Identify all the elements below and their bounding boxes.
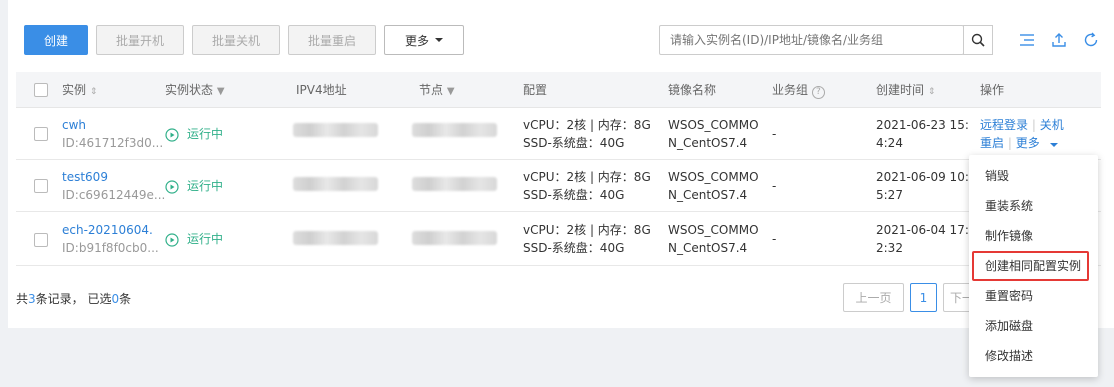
image-name-line1: WSOS_COMMO <box>668 170 759 184</box>
more-label: 更多 <box>404 33 429 48</box>
business-group: - <box>772 127 777 141</box>
business-group: - <box>772 232 777 246</box>
search-icon <box>971 33 985 47</box>
status-running: 运行中 <box>165 230 223 249</box>
config-cpu-memory: vCPU：2核 | 内存：8G <box>523 170 651 184</box>
image-name-line2: N_CentOS7.4 <box>668 241 748 255</box>
more-actions-link[interactable]: 更多 <box>1016 136 1058 150</box>
node-redacted <box>412 123 497 137</box>
instance-name-link[interactable]: cwh <box>62 116 86 135</box>
config-cpu-memory: vCPU：2核 | 内存：8G <box>523 223 651 237</box>
table-row: ech-20210604... ID:b91f8f0cb0... 运行中 vCP… <box>16 212 1101 266</box>
header-instance[interactable]: 实例 ⇕ <box>62 72 97 108</box>
menu-item-clone-config[interactable]: 创建相同配置实例 <box>972 251 1089 281</box>
page-1-button[interactable]: 1 <box>910 283 937 312</box>
status-running: 运行中 <box>165 125 223 144</box>
image-name-line1: WSOS_COMMO <box>668 223 759 237</box>
node-redacted <box>412 177 497 191</box>
create-button[interactable]: 创建 <box>24 25 88 55</box>
search-button[interactable] <box>963 25 993 55</box>
restart-link[interactable]: 重启 <box>980 136 1004 150</box>
instance-name-link[interactable]: ech-20210604... <box>62 221 154 240</box>
menu-item-edit-description[interactable]: 修改描述 <box>969 341 1098 371</box>
config-cpu-memory: vCPU：2核 | 内存：8G <box>523 118 651 132</box>
menu-item-reinstall[interactable]: 重装系统 <box>969 191 1098 221</box>
header-image: 镜像名称 <box>668 83 717 97</box>
row-checkbox[interactable] <box>34 179 48 193</box>
play-circle-icon <box>165 127 179 142</box>
image-name-line1: WSOS_COMMO <box>668 118 759 132</box>
prev-page-button[interactable]: 上一页 <box>843 283 904 312</box>
ipv4-redacted <box>293 231 378 245</box>
header-config: 配置 <box>523 83 548 97</box>
batch-stop-button[interactable]: 批量关机 <box>192 25 280 55</box>
select-all-checkbox[interactable] <box>34 83 48 97</box>
header-ipv4: IPV4地址 <box>296 83 347 97</box>
chevron-down-icon <box>435 38 443 42</box>
record-summary: 共3条记录， 已选0条 <box>16 292 132 306</box>
business-group: - <box>772 179 777 193</box>
config-disk: SSD-系统盘：40G <box>523 188 625 202</box>
batch-restart-button[interactable]: 批量重启 <box>288 25 376 55</box>
node-redacted <box>412 231 497 245</box>
ipv4-redacted <box>293 123 378 137</box>
created-time-line2: 2:32 <box>876 241 903 255</box>
filter-icon: ▼ <box>216 86 225 97</box>
table-row: test609 ID:c69612449e... 运行中 vCPU：2核 | 内… <box>16 160 1101 212</box>
instance-name-link[interactable]: test609 <box>62 168 108 187</box>
instance-id: ID:c69612449e... <box>62 188 166 202</box>
selected-count: 0 <box>111 292 120 306</box>
header-created-time[interactable]: 创建时间 ⇕ <box>876 72 935 108</box>
actions-line2: 重启 | 更多 <box>980 134 1058 153</box>
table-header: 实例 ⇕ 实例状态 ▼ IPV4地址 节点 ▼ 配置 镜像名称 业务组 ? 创建… <box>16 72 1101 108</box>
header-group: 业务组 ? <box>772 72 825 108</box>
status-running: 运行中 <box>165 177 223 196</box>
upload-icon[interactable] <box>1048 29 1070 51</box>
row-checkbox[interactable] <box>34 127 48 141</box>
menu-item-reset-password[interactable]: 重置密码 <box>969 281 1098 311</box>
shutdown-link[interactable]: 关机 <box>1040 118 1064 132</box>
config-disk: SSD-系统盘：40G <box>523 136 625 150</box>
header-node[interactable]: 节点 ▼ <box>419 72 455 108</box>
sort-icon: ⇕ <box>89 87 98 97</box>
menu-item-create-image[interactable]: 制作镜像 <box>969 221 1098 251</box>
created-time-line2: 4:24 <box>876 136 903 150</box>
table-row: cwh ID:461712f3d0... 运行中 vCPU：2核 | 内存：8G… <box>16 108 1101 160</box>
play-circle-icon <box>165 179 179 194</box>
menu-item-destroy[interactable]: 销毁 <box>969 161 1098 191</box>
play-circle-icon <box>165 232 179 247</box>
created-time-line1: 2021-06-09 10:2 <box>876 170 968 184</box>
image-name-line2: N_CentOS7.4 <box>668 188 748 202</box>
chevron-down-icon <box>1049 143 1058 147</box>
sort-icon: ⇕ <box>927 87 936 97</box>
created-time-line1: 2021-06-04 17:2 <box>876 223 968 237</box>
header-actions: 操作 <box>980 83 1005 97</box>
actions-line1: 远程登录 | 关机 <box>980 118 1064 132</box>
row-checkbox[interactable] <box>34 233 48 247</box>
filter-icon: ▼ <box>446 86 455 97</box>
config-disk: SSD-系统盘：40G <box>523 241 625 255</box>
ipv4-redacted <box>293 177 378 191</box>
more-dropdown-button[interactable]: 更多 <box>384 25 464 55</box>
header-status[interactable]: 实例状态 ▼ <box>165 72 225 108</box>
batch-start-button[interactable]: 批量开机 <box>96 25 184 55</box>
remote-login-link[interactable]: 远程登录 <box>980 118 1028 132</box>
instance-id: ID:461712f3d0... <box>62 136 164 150</box>
created-time-line2: 5:27 <box>876 188 903 202</box>
help-icon: ? <box>811 86 825 99</box>
refresh-icon[interactable] <box>1080 29 1102 51</box>
menu-item-add-disk[interactable]: 添加磁盘 <box>969 311 1098 341</box>
image-name-line2: N_CentOS7.4 <box>668 136 748 150</box>
total-count: 3 <box>28 292 36 306</box>
more-actions-menu: 销毁 重装系统 制作镜像 创建相同配置实例 重置密码 添加磁盘 修改描述 <box>969 155 1098 377</box>
list-settings-icon[interactable] <box>1016 29 1038 51</box>
search-input[interactable] <box>659 25 964 55</box>
instance-id: ID:b91f8f0cb0... <box>62 241 159 255</box>
created-time-line1: 2021-06-23 15:0 <box>876 118 968 132</box>
